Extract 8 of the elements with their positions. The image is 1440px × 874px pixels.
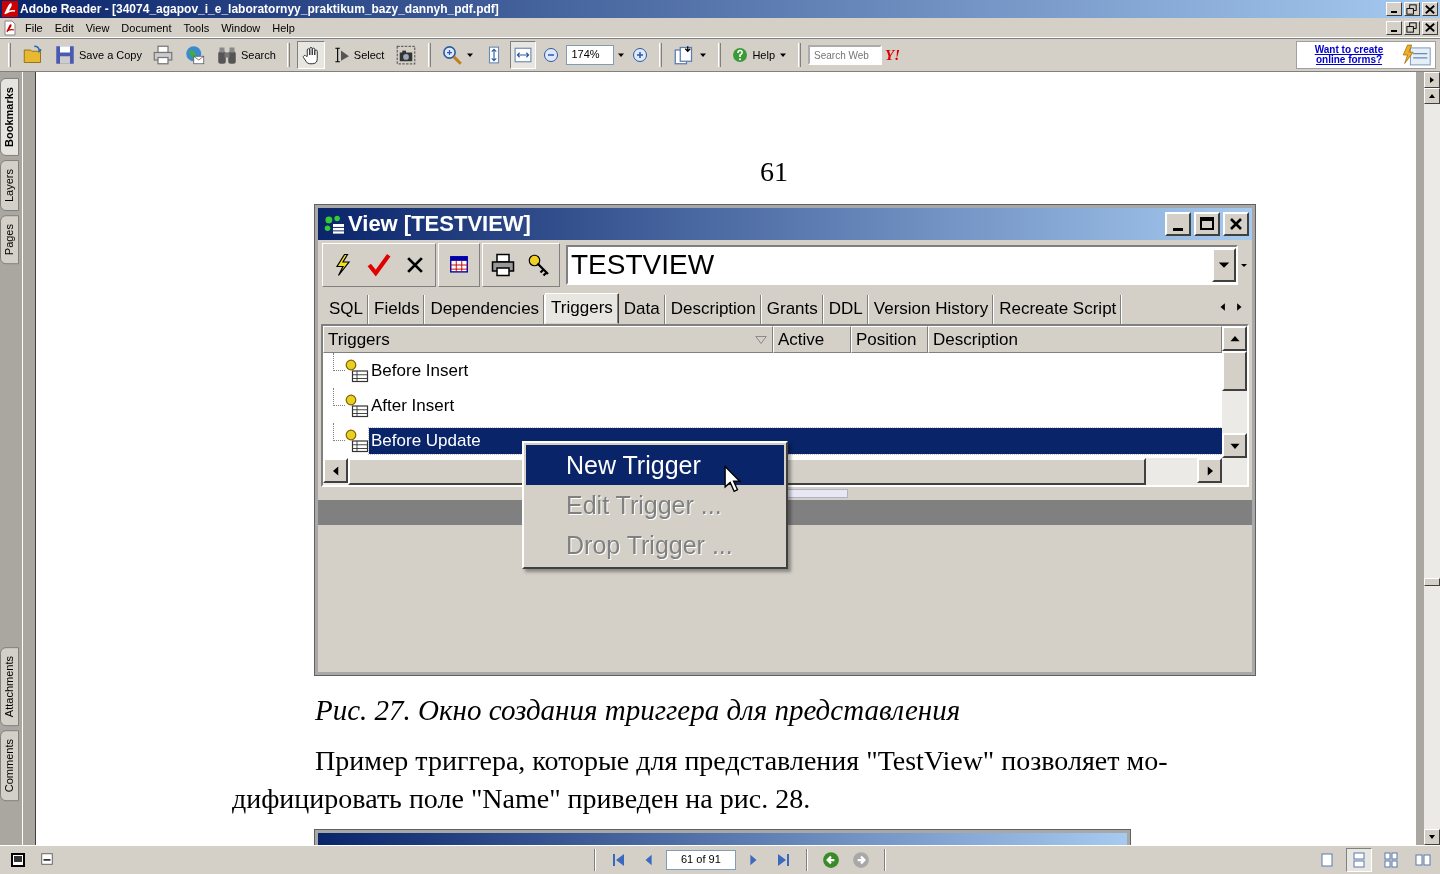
trigger-name: Before Insert bbox=[370, 359, 470, 382]
window-title: Adobe Reader - [34074_agapov_i_e_laboratornyy_praktikum_bazy_dannyh_pdf.pdf] bbox=[20, 2, 499, 16]
trigger-name: After Insert bbox=[370, 394, 456, 417]
column-title: Triggers bbox=[328, 329, 390, 350]
figure-caption: Рис. 27. Окно создания триггера для представления bbox=[315, 693, 962, 727]
page-number: 61 bbox=[759, 156, 789, 188]
paragraph: Пример триггера, которые для представления "TestView" позволяет мо- дифицировать поле "Name" приведен на рис. 28. bbox=[232, 744, 1169, 816]
window-title: View [TESTVIEW] bbox=[348, 211, 531, 237]
